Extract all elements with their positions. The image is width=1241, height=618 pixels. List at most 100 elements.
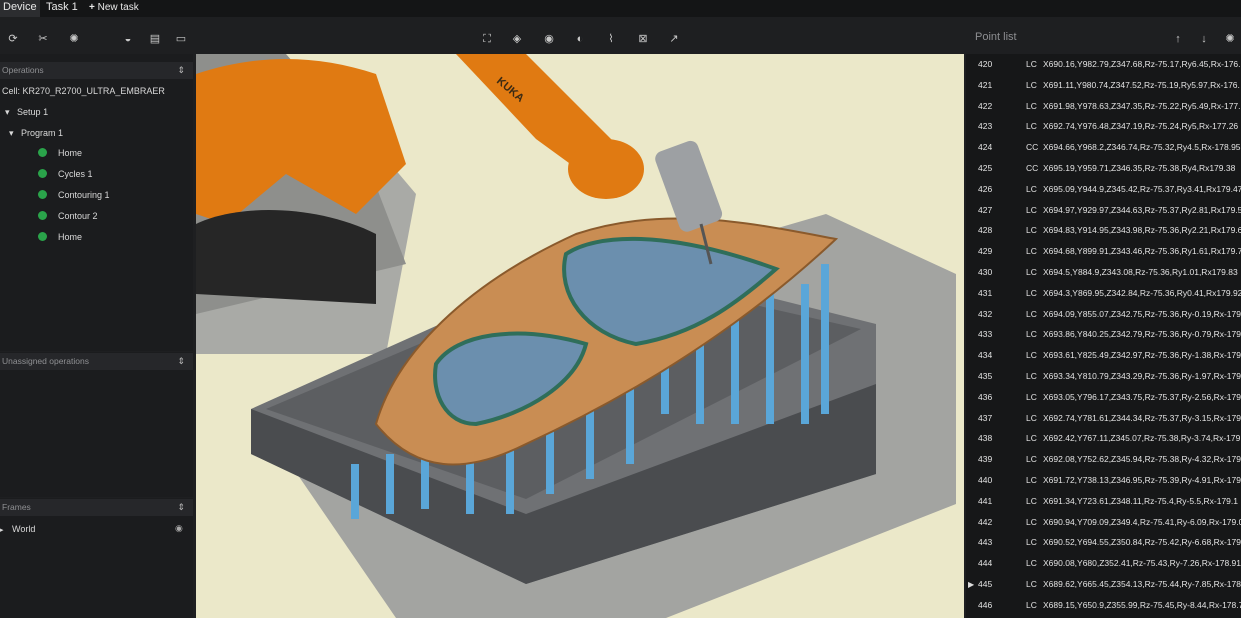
- point-type: LC: [1026, 516, 1037, 527]
- sort-icon[interactable]: ⇕: [177, 353, 185, 370]
- point-type: LC: [1026, 391, 1037, 402]
- operation-item[interactable]: Home: [58, 148, 82, 158]
- point-coordinates: X691.98,Y978.63,Z347.35,Rz-75.22,Ry5.49,…: [1043, 100, 1241, 111]
- point-coordinates: X692.74,Y976.48,Z347.19,Rz-75.24,Ry5,Rx-…: [1043, 121, 1239, 132]
- point-row[interactable]: 434 LC X693.61,Y825.49,Z342.97,Rz-75.36,Ry…: [966, 345, 1241, 366]
- cell-label[interactable]: Cell: KR270_R2700_ULTRA_EMBRAER: [2, 86, 165, 96]
- point-row[interactable]: 443 LC X690.52,Y694.55,Z350.84,Rz-75.42,Ry…: [966, 532, 1241, 553]
- point-type: LC: [1026, 579, 1037, 589]
- arrow-down-icon[interactable]: ↓: [1197, 32, 1211, 46]
- monitor-icon[interactable]: ▭: [174, 32, 188, 46]
- point-number: 428: [978, 225, 993, 236]
- point-row[interactable]: 424 CC X694.66,Y968.2,Z346.74,Rz-75.32,Ry4…: [966, 137, 1241, 158]
- point-number: 436: [978, 391, 993, 402]
- point-type: LC: [1026, 350, 1037, 361]
- tool-icon[interactable]: ✂: [36, 32, 50, 46]
- point-type: LC: [1026, 121, 1037, 132]
- settings-icon[interactable]: ✺: [1223, 32, 1237, 46]
- point-row[interactable]: 444 LC X690.08,Y680,Z352.41,Rz-75.43,Ry-7.…: [966, 553, 1241, 574]
- point-type: LC: [1026, 454, 1037, 465]
- point-coordinates: X694.5,Y884.9,Z343.08,Rz-75.36,Ry1.01,Rx…: [1043, 267, 1238, 277]
- new-task-button[interactable]: + New task: [86, 0, 142, 17]
- world-label: World: [12, 524, 36, 534]
- point-row[interactable]: 426 LC X695.09,Y944.9,Z345.42,Rz-75.37,Ry3…: [966, 179, 1241, 200]
- point-list-title: Point list: [975, 31, 1017, 43]
- status-ok-icon: [38, 232, 47, 241]
- point-row[interactable]: 433 LC X693.86,Y840.25,Z342.79,Rz-75.36,Ry…: [966, 324, 1241, 345]
- point-row[interactable]: 437 LC X692.74,Y781.61,Z344.34,Rz-75.37,Ry…: [966, 408, 1241, 429]
- point-row[interactable]: 430 LC X694.5,Y884.9,Z343.08,Rz-75.36,Ry1.…: [966, 262, 1241, 283]
- point-row[interactable]: 439 LC X692.08,Y752.62,Z345.94,Rz-75.38,Ry…: [966, 449, 1241, 470]
- point-row[interactable]: 446 LC X689.15,Y650.9,Z355.99,Rz-75.45,Ry-…: [966, 595, 1241, 616]
- shading-icon[interactable]: ◐: [573, 32, 587, 46]
- point-number: 431: [978, 287, 993, 298]
- arrow-up-icon[interactable]: ↑: [1171, 32, 1185, 46]
- new-task-label: New task: [97, 2, 139, 13]
- cube-rotate-icon[interactable]: ⟳: [6, 32, 20, 46]
- operation-item[interactable]: Cycles 1: [58, 169, 93, 179]
- fit-view-icon[interactable]: ⛶: [480, 32, 494, 46]
- eye-icon[interactable]: ◉: [175, 523, 183, 534]
- operation-item[interactable]: Contour 2: [58, 211, 98, 221]
- point-row[interactable]: 423 LC X692.74,Y976.48,Z347.19,Rz-75.24,Ry…: [966, 116, 1241, 137]
- point-row[interactable]: 441 LC X691.34,Y723.61,Z348.11,Rz-75.4,Ry-…: [966, 491, 1241, 512]
- point-number: 427: [978, 204, 993, 215]
- point-coordinates: X689.62,Y665.45,Z354.13,Rz-75.44,Ry-7.85…: [1043, 579, 1241, 589]
- document-icon[interactable]: ▤: [148, 32, 162, 46]
- point-row[interactable]: 440 LC X691.72,Y738.13,Z346.95,Rz-75.39,Ry…: [966, 470, 1241, 491]
- section-icon[interactable]: ⊠: [636, 32, 650, 46]
- path-icon[interactable]: ⌇: [604, 32, 618, 46]
- point-coordinates: X694.83,Y914.95,Z343.98,Rz-75.36,Ry2.21,…: [1043, 225, 1241, 236]
- world-frame-node[interactable]: ▸ World: [0, 524, 35, 534]
- point-row[interactable]: 429 LC X694.68,Y899.91,Z343.46,Rz-75.36,Ry…: [966, 241, 1241, 262]
- caret-down-icon: ▾: [5, 107, 10, 117]
- gear-icon[interactable]: ✺: [67, 32, 81, 46]
- operation-item[interactable]: Home: [58, 232, 82, 242]
- sort-icon[interactable]: ⇕: [177, 499, 185, 516]
- point-row[interactable]: 427 LC X694.97,Y929.97,Z344.63,Rz-75.37,Ry…: [966, 200, 1241, 221]
- point-number: 438: [978, 433, 993, 444]
- point-row[interactable]: 431 LC X694.3,Y869.95,Z342.84,Rz-75.36,Ry0…: [966, 283, 1241, 304]
- point-type: CC: [1026, 142, 1039, 153]
- point-coordinates: X693.86,Y840.25,Z342.79,Rz-75.36,Ry-0.79…: [1043, 329, 1241, 340]
- operations-panel: [0, 54, 193, 351]
- point-number: 439: [978, 454, 993, 465]
- point-row[interactable]: 438 LC X692.42,Y767.11,Z345.07,Rz-75.38,Ry…: [966, 428, 1241, 449]
- current-point-marker-icon: ▶: [968, 580, 975, 589]
- point-coordinates: X691.11,Y980.74,Z347.52,Rz-75.19,Ry5.97,…: [1043, 79, 1240, 90]
- point-number: 426: [978, 183, 993, 194]
- point-row[interactable]: 420 LC X690.16,Y982.79,Z347.68,Rz-75.17,Ry…: [966, 54, 1241, 75]
- tab-task-1[interactable]: Task 1: [43, 0, 81, 17]
- point-number: 442: [978, 516, 993, 527]
- eye-icon[interactable]: ◉: [542, 32, 556, 46]
- operation-item[interactable]: Contouring 1: [58, 190, 110, 200]
- setup-node[interactable]: ▾ Setup 1: [5, 107, 48, 118]
- point-row[interactable]: ▶ 445 LC X689.62,Y665.45,Z354.13,Rz-75.44,R…: [966, 574, 1241, 595]
- 3d-viewport[interactable]: KUKA: [196, 54, 964, 618]
- point-coordinates: X693.34,Y810.79,Z343.29,Rz-75.36,Ry-1.97…: [1043, 371, 1241, 381]
- point-type: LC: [1026, 475, 1037, 485]
- point-row[interactable]: 421 LC X691.11,Y980.74,Z347.52,Rz-75.19,Ry…: [966, 75, 1241, 96]
- point-type: LC: [1026, 558, 1037, 569]
- point-type: CC: [1026, 163, 1039, 173]
- sort-icon[interactable]: ⇕: [177, 62, 185, 79]
- point-row[interactable]: 436 LC X693.05,Y796.17,Z343.75,Rz-75.37,Ry…: [966, 387, 1241, 408]
- point-row[interactable]: 428 LC X694.83,Y914.95,Z343.98,Rz-75.36,Ry…: [966, 220, 1241, 241]
- point-type: LC: [1026, 308, 1037, 319]
- point-row[interactable]: 425 CC X695.19,Y959.71,Z346.35,Rz-75.38,Ry…: [966, 158, 1241, 179]
- point-row[interactable]: 442 LC X690.94,Y709.09,Z349.4,Rz-75.41,Ry-…: [966, 512, 1241, 533]
- point-row[interactable]: 422 LC X691.98,Y978.63,Z347.35,Rz-75.22,Ry…: [966, 96, 1241, 117]
- point-row[interactable]: 432 LC X694.09,Y855.07,Z342.75,Rz-75.36,Ry…: [966, 304, 1241, 325]
- point-type: LC: [1026, 183, 1037, 194]
- cube-icon[interactable]: ◈: [510, 32, 524, 46]
- axis-icon[interactable]: ↗: [667, 32, 681, 46]
- point-number: 430: [978, 267, 993, 277]
- point-coordinates: X694.09,Y855.07,Z342.75,Rz-75.36,Ry-0.19…: [1043, 308, 1241, 319]
- point-coordinates: X690.52,Y694.55,Z350.84,Rz-75.42,Ry-6.68…: [1043, 537, 1241, 548]
- tab-device[interactable]: Device: [0, 0, 40, 17]
- point-row[interactable]: 435 LC X693.34,Y810.79,Z343.29,Rz-75.36,Ry…: [966, 366, 1241, 387]
- tab-bar: Device Task 1 + New task: [0, 0, 1241, 17]
- program-node[interactable]: ▾ Program 1: [9, 128, 63, 139]
- gauge-icon[interactable]: ◒: [121, 32, 135, 46]
- status-ok-icon: [38, 148, 47, 157]
